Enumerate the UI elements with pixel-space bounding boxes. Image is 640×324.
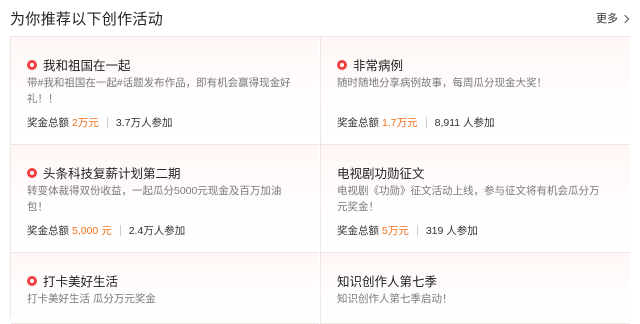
chevron-right-icon [620, 14, 630, 23]
activity-card[interactable]: 头条科技复薪计划第二期 转变体裁得双份收益，一起瓜分5000元现金及百万加油包！… [11, 145, 319, 253]
card-description: 打卡美好生活 瓜分万元奖金 [27, 293, 156, 305]
hot-icon [27, 167, 37, 178]
activity-card[interactable]: 我和祖国在一起 带#我和祖国在一起#话题发布作品，即有机会赢得现金好礼！！ 奖金… [11, 37, 319, 145]
card-meta: 奖金总额 1.7万元 8,911 人参加 [337, 115, 495, 130]
prize-label: 奖金总额 [27, 117, 69, 129]
divider [416, 225, 418, 236]
section-header: 为你推荐以下创作活动 更多 [8, 0, 632, 34]
prize-amount: 5万元 [382, 225, 409, 237]
more-link[interactable]: 更多 [596, 10, 630, 26]
activity-card[interactable]: 知识创作人第七季 知识创作人第七季启动！ [320, 253, 630, 324]
prize-amount: 5,000 元 [72, 225, 112, 237]
card-description: 转变体裁得双份收益，一起瓜分5000元现金及百万加油包！ [27, 185, 282, 213]
prize-amount: 1.7万元 [382, 117, 418, 129]
activity-card[interactable]: 非常病例 随时随地分享病例故事，每周瓜分现金大奖！ 奖金总额 1.7万元 8,9… [320, 37, 630, 145]
prize-label: 奖金总额 [337, 225, 379, 237]
card-description: 随时随地分享病例故事，每周瓜分现金大奖！ [337, 77, 547, 89]
hot-icon [27, 275, 37, 286]
activity-grid: 我和祖国在一起 带#我和祖国在一起#话题发布作品，即有机会赢得现金好礼！！ 奖金… [10, 36, 630, 324]
participants-count: 319 人参加 [425, 225, 478, 237]
card-title: 头条科技复薪计划第二期 [43, 167, 181, 181]
card-title: 电视剧功勋征文 [337, 167, 425, 181]
participants-count: 8,911 人参加 [434, 117, 495, 129]
participants-count: 2.4万人参加 [128, 225, 186, 237]
card-description: 带#我和祖国在一起#话题发布作品，即有机会赢得现金好礼！！ [27, 77, 291, 105]
card-description: 电视剧《功勋》征文活动上线，参与征文将有机会瓜分万元奖金！ [337, 185, 600, 213]
card-meta: 奖金总额 5万元 319 人参加 [337, 223, 478, 238]
activity-card[interactable]: 打卡美好生活 打卡美好生活 瓜分万元奖金 [11, 253, 319, 324]
card-description: 知识创作人第七季启动！ [337, 293, 453, 305]
prize-amount: 2万元 [72, 117, 99, 129]
divider [119, 225, 121, 236]
prize-label: 奖金总额 [27, 225, 69, 237]
card-title: 非常病例 [353, 59, 404, 73]
divider [425, 117, 427, 128]
hot-icon [337, 59, 347, 70]
card-title: 打卡美好生活 [43, 275, 119, 289]
hot-icon [27, 59, 37, 70]
activity-card[interactable]: 电视剧功勋征文 电视剧《功勋》征文活动上线，参与征文将有机会瓜分万元奖金！ 奖金… [320, 145, 630, 253]
card-meta: 奖金总额 2万元 3.7万人参加 [27, 115, 172, 130]
card-title: 知识创作人第七季 [337, 275, 438, 289]
divider [106, 117, 108, 128]
participants-count: 3.7万人参加 [115, 117, 173, 129]
card-meta: 奖金总额 5,000 元 2.4万人参加 [27, 223, 185, 238]
more-label: 更多 [596, 13, 618, 25]
prize-label: 奖金总额 [337, 117, 379, 129]
section-title: 为你推荐以下创作活动 [10, 11, 164, 28]
card-title: 我和祖国在一起 [43, 59, 131, 73]
